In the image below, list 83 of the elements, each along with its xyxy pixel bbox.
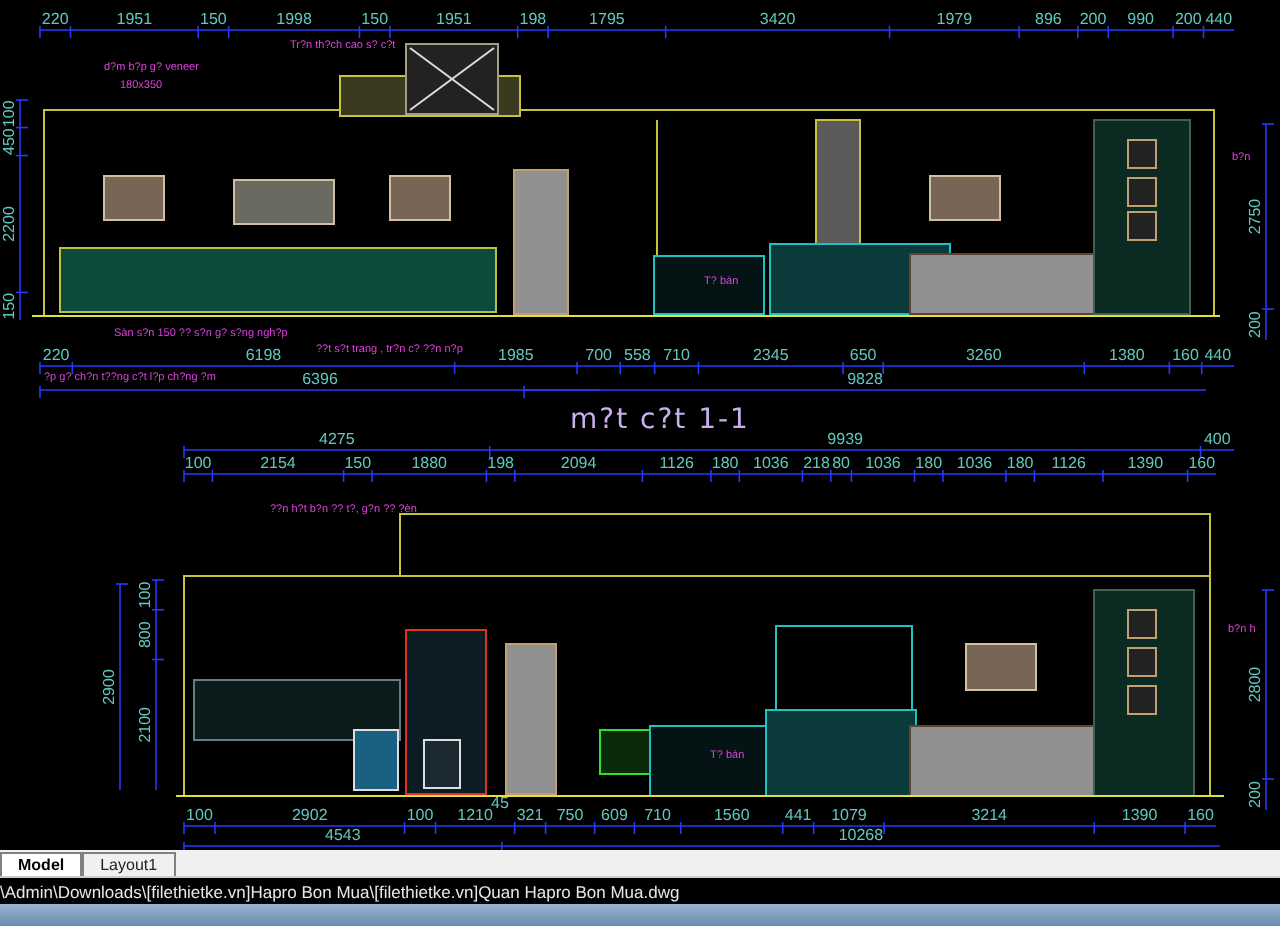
dimension-label: 6198: [245, 346, 282, 364]
dimension-label: 150: [0, 292, 18, 320]
dimension-label: 200: [1174, 10, 1202, 28]
dimension-label: 2200: [0, 206, 18, 242]
dimension-label: 1795: [589, 10, 625, 28]
dimension-label: 321: [516, 806, 544, 824]
dimension-label: 1998: [276, 10, 312, 28]
dimension-label: 198: [519, 10, 547, 28]
dimension-label: 441: [784, 806, 812, 824]
dimension-label: 218: [803, 454, 830, 472]
dimension-label: 9939: [827, 430, 863, 448]
dimension-label: 2900: [100, 669, 118, 705]
dimension-label: 160: [1188, 454, 1216, 472]
dimension-label: 440: [1205, 10, 1233, 28]
dimension-label: 4543: [325, 826, 361, 844]
dimension-label: 100: [186, 806, 213, 824]
dimension-label: 160: [1172, 346, 1199, 364]
dimension-label: 558: [624, 346, 651, 364]
dimension-label: 1880: [411, 454, 447, 472]
dimension-label: 896: [1035, 10, 1062, 28]
drawing-title: m?t c?t 1-1: [570, 404, 750, 436]
dimension-label: 1985: [498, 346, 534, 364]
dimension-label: 100: [184, 454, 212, 472]
dimension-label: 2094: [560, 454, 597, 472]
dimension-label: 1390: [1127, 454, 1164, 472]
dimension-label: 2154: [260, 454, 296, 472]
dimension-label: 6396: [302, 370, 338, 388]
dimension-label: 2100: [136, 706, 154, 743]
dimension-label: 1036: [865, 454, 901, 472]
dimension-label: 100: [0, 100, 18, 128]
dimension-label: 200: [1079, 10, 1107, 28]
dimension-label: 609: [601, 806, 628, 824]
dimension-label: 220: [42, 346, 70, 364]
dimension-label: 1979: [936, 10, 973, 28]
dimension-label: 150: [344, 454, 372, 472]
dimension-label: 710: [644, 806, 671, 824]
dimension-label: 2800: [1246, 666, 1264, 703]
dimension-label: 200: [1246, 781, 1264, 808]
dimension-label: 150: [200, 10, 227, 28]
layout-tab[interactable]: Layout1: [82, 852, 176, 876]
dimension-label: 3214: [971, 806, 1007, 824]
dimension-label: 750: [556, 806, 584, 824]
dimension-label: 1951: [116, 10, 153, 28]
dimension-label: 100: [136, 581, 154, 609]
dimension-label: 450: [0, 128, 18, 155]
dimension-label: 1126: [1051, 454, 1086, 472]
dimension-label: 2902: [291, 806, 328, 824]
dimension-label: 650: [849, 346, 877, 364]
dimension-label: 80: [832, 454, 850, 472]
dimension-label: 1560: [713, 806, 750, 824]
dimension-label: 160: [1187, 806, 1214, 824]
dimension-label: 45: [491, 794, 509, 812]
dimension-label: 1390: [1121, 806, 1158, 824]
dimension-label: 700: [585, 346, 612, 364]
dimension-label: 100: [406, 806, 434, 824]
dimension-label: 220: [41, 10, 69, 28]
dimension-label: 710: [663, 346, 690, 364]
dimension-label: 400: [1203, 430, 1231, 448]
dimension-label: 150: [361, 10, 389, 28]
dimension-label: 990: [1127, 10, 1154, 28]
dimension-label: 10268: [838, 826, 884, 844]
dimension-label: 180: [1006, 454, 1034, 472]
dimension-label: 1079: [831, 806, 867, 824]
dimension-label: 1126: [659, 454, 694, 472]
dimension-label: 1380: [1109, 346, 1145, 364]
dimension-label: 9828: [847, 370, 883, 388]
command-line-text: \Admin\Downloads\[filethietke.vn]Hapro Bon Mua\[filethietke.vn]Quan Hapro Bon Mua.dwg: [0, 881, 680, 901]
dimension-label: 4275: [319, 430, 355, 448]
dimension-label: 180: [711, 454, 739, 472]
dimension-label: 3260: [965, 346, 1002, 364]
dimension-label: 1210: [457, 806, 493, 824]
dimension-label: 198: [487, 454, 514, 472]
dimension-label: 1036: [956, 454, 993, 472]
layout-tab[interactable]: Model: [0, 852, 83, 876]
dimension-label: 2750: [1246, 198, 1264, 235]
dimension-label: 800: [136, 621, 154, 649]
dimension-label: 3420: [759, 10, 796, 28]
dimension-label: 1951: [436, 10, 472, 28]
dimension-label: 180: [915, 454, 943, 472]
dimension-label: 200: [1246, 311, 1264, 338]
dimension-label: 1036: [753, 454, 789, 472]
dimension-label: 440: [1204, 346, 1232, 364]
dimension-label: 2345: [753, 346, 789, 364]
